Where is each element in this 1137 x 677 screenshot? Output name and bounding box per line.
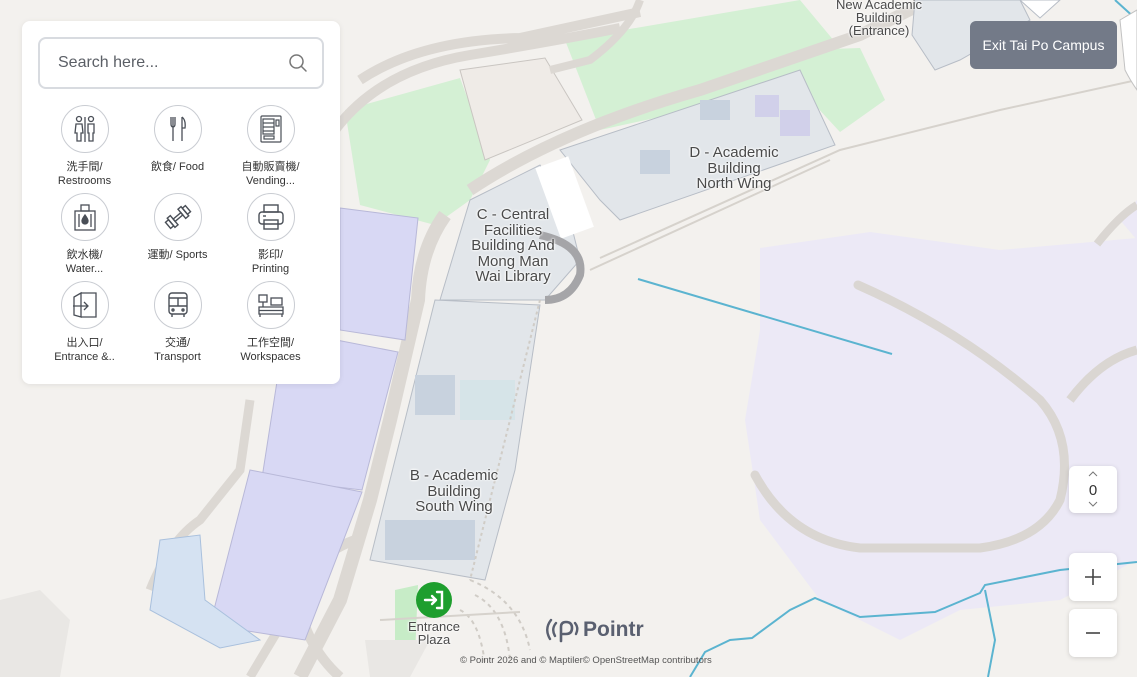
category-label: 影印/ Printing (251, 249, 290, 275)
category-vending[interactable]: 自動販賣機/ Vending... (224, 105, 317, 188)
category-label: 運動/ Sports (147, 249, 208, 261)
category-sports[interactable]: 運動/ Sports (131, 193, 224, 262)
category-label: 交通/ Transport (154, 337, 201, 363)
category-label: 飲水機/ Water... (65, 249, 104, 275)
pointr-wordmark: Pointr (583, 618, 644, 641)
map-label-d-building[interactable]: D - Academic Building North Wing (676, 145, 792, 192)
category-label: 飲食/ Food (150, 161, 205, 173)
category-restrooms[interactable]: 洗手間/ Restrooms (38, 105, 131, 188)
floor-selector[interactable]: 0 (1069, 466, 1117, 513)
minus-icon (1086, 632, 1100, 634)
entrance-exit-icon (60, 281, 109, 329)
category-water[interactable]: 飲水機/ Water... (38, 193, 131, 276)
pointr-logo: Pointr (544, 614, 644, 646)
search-panel: 洗手間/ Restrooms 飲食/ Food 自動販賣機/ Vending..… (22, 21, 340, 384)
vending-machine-icon (246, 105, 295, 153)
purple-building (339, 207, 419, 341)
search-box[interactable] (38, 37, 324, 89)
category-food[interactable]: 飲食/ Food (131, 105, 224, 174)
printer-icon (246, 193, 295, 241)
search-input[interactable] (58, 51, 268, 75)
category-label: 工作空間/ Workspaces (240, 337, 301, 363)
map-label-b-building[interactable]: B - Academic Building South Wing (396, 468, 512, 515)
chevron-up-icon[interactable] (1088, 471, 1098, 477)
zoom-in-button[interactable] (1069, 553, 1117, 601)
water-dispenser-icon (60, 193, 109, 241)
category-label: 自動販賣機/ Vending... (241, 161, 300, 187)
bus-icon (153, 281, 202, 329)
floor-level-value: 0 (1088, 482, 1098, 499)
pointr-signal-icon (546, 618, 579, 643)
category-entrance[interactable]: 出入口/ Entrance &.. (38, 281, 131, 364)
academic-building-b (369, 299, 541, 581)
category-transport[interactable]: 交通/ Transport (131, 281, 224, 364)
workspace-icon (246, 281, 295, 329)
category-label: 洗手間/ Restrooms (57, 161, 112, 187)
category-label: 出入口/ Entrance &.. (54, 337, 115, 363)
map-label-new-academic-building: New Academic Building (Entrance) (836, 0, 922, 38)
zoom-out-button[interactable] (1069, 609, 1117, 657)
category-workspaces[interactable]: 工作空間/ Workspaces (224, 281, 317, 364)
map-label-c-building[interactable]: C - Central Facilities Building And Mong… (458, 207, 568, 285)
food-icon (153, 105, 202, 153)
category-printing[interactable]: 影印/ Printing (224, 193, 317, 276)
plus-icon (1085, 569, 1101, 585)
dumbbell-icon (153, 193, 202, 241)
exit-campus-button[interactable]: Exit Tai Po Campus (970, 21, 1117, 69)
entrance-marker-icon[interactable] (416, 582, 452, 618)
map-label-entrance-plaza[interactable]: Entrance Plaza (400, 620, 468, 646)
search-icon[interactable] (288, 53, 308, 73)
map-attribution[interactable]: © Pointr 2026 and © Maptiler© OpenStreet… (460, 655, 712, 666)
chevron-down-icon[interactable] (1088, 501, 1098, 507)
restroom-icon (60, 105, 109, 153)
